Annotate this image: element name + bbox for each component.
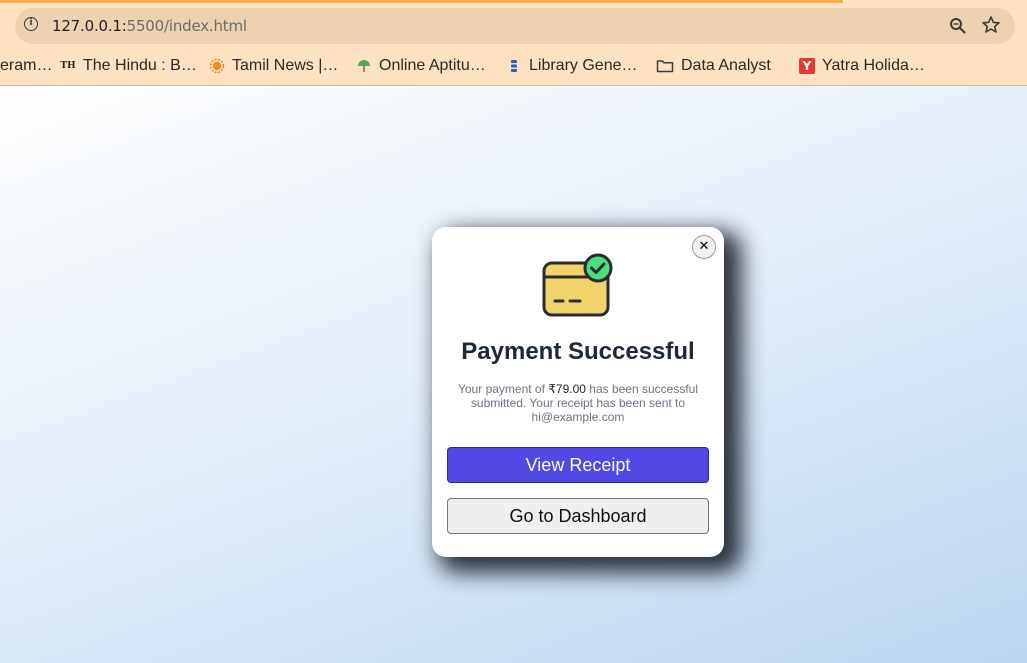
yatra-logo-icon: Y xyxy=(799,58,815,74)
bookmark-label: Yatra Holida… xyxy=(822,57,925,74)
bookmark-label: Online Aptitu… xyxy=(379,57,486,74)
payment-success-modal: ✕ Payment Successful Your payment of ₹79… xyxy=(432,227,724,557)
address-bar[interactable]: i 127.0.0.1:5500/index.html xyxy=(15,8,1015,44)
th-logo-icon: TH xyxy=(60,61,76,71)
page-background: ✕ Payment Successful Your payment of ₹79… xyxy=(0,86,1027,663)
bookmark-label: The Hindu : B… xyxy=(83,57,197,74)
url-text[interactable]: 127.0.0.1:5500/index.html xyxy=(52,17,247,35)
bookmark-item[interactable]: Tamil News |… xyxy=(209,56,338,76)
zoom-icon[interactable] xyxy=(949,17,967,35)
modal-title: Payment Successful xyxy=(461,338,695,365)
bookmark-label: Tamil News |… xyxy=(232,57,339,74)
bookmark-item[interactable]: Library Gene… xyxy=(506,56,638,76)
bookmark-item[interactable]: Online Aptitu… xyxy=(356,56,486,76)
url-host: 127.0.0.1: xyxy=(52,17,127,35)
url-path: 5500/index.html xyxy=(126,17,247,35)
credit-card-success-icon xyxy=(542,253,613,317)
bookmarks-bar: eram… TH The Hindu : B… Tamil News |… On… xyxy=(0,52,1027,80)
bookmark-label: Data Analyst xyxy=(681,57,771,74)
modal-message: Your payment of ₹79.00 has been successf… xyxy=(454,382,702,424)
go-to-dashboard-button[interactable]: Go to Dashboard xyxy=(447,498,709,534)
site-info-icon[interactable]: i xyxy=(24,17,38,31)
library-icon xyxy=(511,60,517,72)
bookmark-label: Library Gene… xyxy=(529,57,638,74)
bookmark-star-icon[interactable] xyxy=(981,15,1001,35)
bookmark-label: eram… xyxy=(0,57,53,74)
message-text: Your payment of xyxy=(457,382,549,396)
bookmark-item[interactable]: TH The Hindu : B… xyxy=(60,56,197,76)
bookmark-item[interactable]: eram… xyxy=(0,56,52,76)
payment-amount: ₹79.00 xyxy=(548,382,586,396)
sun-logo-icon xyxy=(209,58,225,74)
folder-icon xyxy=(656,60,674,73)
page-load-progress xyxy=(0,0,843,3)
umbrella-icon xyxy=(358,60,370,72)
bookmark-item[interactable]: Y Yatra Holida… xyxy=(799,56,925,76)
bookmark-folder[interactable]: Data Analyst xyxy=(656,56,771,76)
close-button[interactable]: ✕ xyxy=(692,235,716,259)
view-receipt-button[interactable]: View Receipt xyxy=(447,447,709,483)
